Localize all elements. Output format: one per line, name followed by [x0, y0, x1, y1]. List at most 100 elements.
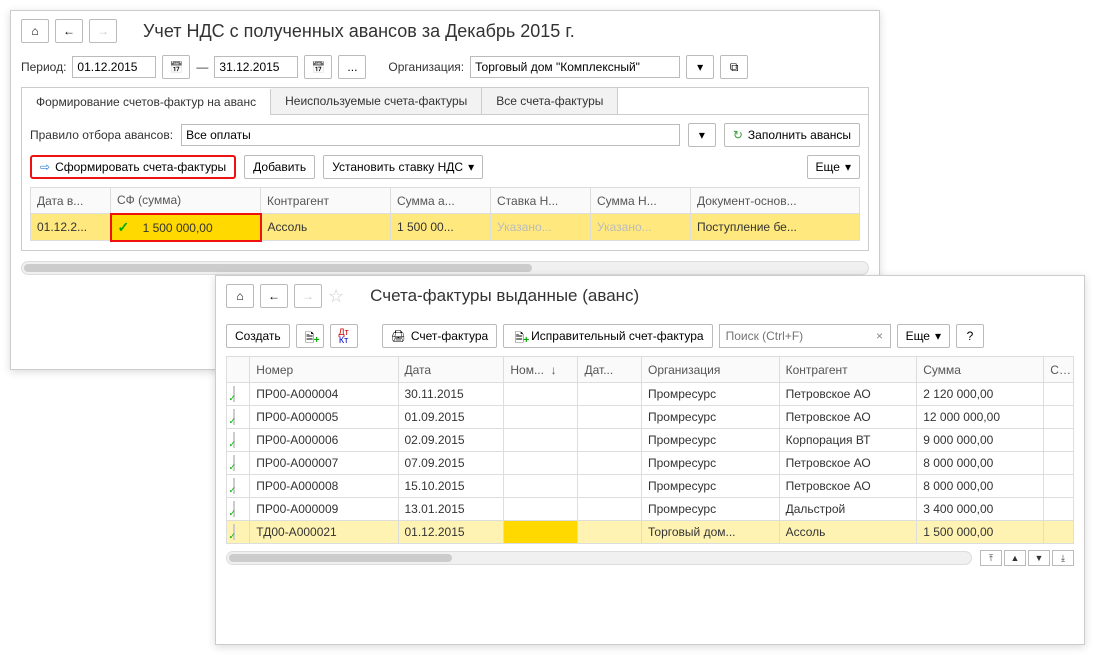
calendar-icon: [170, 60, 184, 74]
home-button[interactable]: ⌂: [21, 19, 49, 43]
scroll-top-button[interactable]: ⤒: [980, 550, 1002, 566]
col-num[interactable]: Номер: [250, 357, 398, 383]
more-button[interactable]: Еще ▾: [807, 155, 860, 179]
scroll-down-button[interactable]: ▼: [1028, 550, 1050, 566]
forward-button[interactable]: →: [89, 19, 117, 43]
print-icon: [391, 329, 406, 343]
h-scrollbar[interactable]: [226, 551, 972, 565]
clear-search-button[interactable]: ×: [870, 329, 890, 343]
col-date[interactable]: Дата: [398, 357, 504, 383]
col-org[interactable]: Организация: [642, 357, 780, 383]
date-to-input[interactable]: [214, 56, 298, 78]
rule-label: Правило отбора авансов:: [30, 128, 173, 142]
col-sum[interactable]: Сумма: [917, 357, 1044, 383]
form-label: Сформировать счета-фактуры: [55, 160, 226, 174]
add-button[interactable]: Добавить: [244, 155, 315, 179]
col-nom[interactable]: Ном... ↓: [504, 357, 578, 383]
search-input[interactable]: [720, 329, 870, 343]
tabs: Формирование счетов-фактур на аванс Неис…: [21, 87, 869, 114]
tab-unused[interactable]: Неиспользуемые счета-фактуры: [271, 88, 482, 114]
cell-org: Промресурс: [642, 452, 780, 475]
rule-dropdown-button[interactable]: ▾: [688, 123, 716, 147]
table-row[interactable]: ПР00-А00000913.01.2015ПромресурсДальстро…: [227, 498, 1074, 521]
cell-sum: 2 120 000,00: [917, 383, 1044, 406]
table-row[interactable]: ПР00-А00000707.09.2015ПромресурсПетровск…: [227, 452, 1074, 475]
forward-button[interactable]: →: [294, 284, 322, 308]
chevron-down-icon: ▾: [845, 160, 851, 174]
search-box: ×: [719, 324, 891, 348]
col-sum[interactable]: Сумма а...: [391, 188, 491, 214]
back-button[interactable]: ←: [260, 284, 288, 308]
cell-doc: Поступление бе...: [691, 214, 860, 241]
period-dialog-button[interactable]: ...: [338, 55, 366, 79]
doc-ok-icon: [233, 432, 235, 448]
cell-contr: Ассоль: [779, 521, 917, 544]
cell-s: [1044, 452, 1074, 475]
table-row[interactable]: ТД00-А00002101.12.2015Торговый дом...Асс…: [227, 521, 1074, 544]
period-label: Период:: [21, 60, 66, 74]
col-contr[interactable]: Контрагент: [779, 357, 917, 383]
table-row[interactable]: ПР00-А00000815.10.2015ПромресурсПетровск…: [227, 475, 1074, 498]
date-from-input[interactable]: [72, 56, 156, 78]
cell-dat: [578, 383, 642, 406]
cell-num: ПР00-А000005: [250, 406, 398, 429]
h-scrollbar[interactable]: [21, 261, 869, 275]
col-s[interactable]: С...: [1044, 357, 1074, 383]
col-rate[interactable]: Ставка Н...: [491, 188, 591, 214]
cell-nom: [504, 429, 578, 452]
cell-contr: Петровское АО: [779, 452, 917, 475]
help-button[interactable]: ?: [956, 324, 984, 348]
cell-sf: ✓ 1 500 000,00: [111, 214, 261, 241]
org-open-button[interactable]: ⧉: [720, 55, 748, 79]
header-row: Дата в... СФ (сумма) Контрагент Сумма а.…: [31, 188, 860, 214]
col-doc[interactable]: Документ-основ...: [691, 188, 860, 214]
check-icon: ✓: [118, 219, 130, 235]
create-button[interactable]: Создать: [226, 324, 290, 348]
back-button[interactable]: ←: [55, 19, 83, 43]
set-vat-button[interactable]: Установить ставку НДС ▾: [323, 155, 483, 179]
corrective-button[interactable]: Исправительный счет-фактура: [503, 324, 712, 348]
invoices-table: Номер Дата Ном... ↓ Дат... Организация К…: [226, 356, 1074, 544]
filter-bar: Период: — ... Организация: ▾ ⧉: [11, 51, 879, 87]
cell-contr: Петровское АО: [779, 406, 917, 429]
scroll-bottom-button[interactable]: ⤓: [1052, 550, 1074, 566]
cell-num: ПР00-А000007: [250, 452, 398, 475]
col-vat[interactable]: Сумма Н...: [591, 188, 691, 214]
cell-dat: [578, 498, 642, 521]
date-to-cal-button[interactable]: [304, 55, 332, 79]
scroll-up-button[interactable]: ▲: [1004, 550, 1026, 566]
fill-button[interactable]: ↻ Заполнить авансы: [724, 123, 860, 147]
doc-ok-icon: [233, 478, 235, 494]
more-button[interactable]: Еще ▾: [897, 324, 950, 348]
table-row[interactable]: 01.12.2... ✓ 1 500 000,00 Ассоль 1 500 0…: [31, 214, 860, 241]
org-dropdown-button[interactable]: ▾: [686, 55, 714, 79]
tab-form-invoices[interactable]: Формирование счетов-фактур на аванс: [22, 89, 271, 115]
col-date[interactable]: Дата в...: [31, 188, 111, 214]
dash: —: [196, 60, 208, 74]
copy-button[interactable]: [296, 324, 324, 348]
dtkt-button[interactable]: ДтКт: [330, 324, 358, 348]
cell-sum: 12 000 000,00: [917, 406, 1044, 429]
col-contr[interactable]: Контрагент: [261, 188, 391, 214]
print-invoice-button[interactable]: Счет-фактура: [382, 324, 498, 348]
col-dat[interactable]: Дат...: [578, 357, 642, 383]
form-invoices-button[interactable]: ⇨ Сформировать счета-фактуры: [30, 155, 236, 179]
col-icon[interactable]: [227, 357, 250, 383]
col-sf[interactable]: СФ (сумма): [111, 188, 261, 214]
tab-all[interactable]: Все счета-фактуры: [482, 88, 618, 114]
table-row[interactable]: ПР00-А00000602.09.2015ПромресурсКорпорац…: [227, 429, 1074, 452]
rule-input[interactable]: [181, 124, 680, 146]
calendar-icon: [312, 60, 326, 74]
issued-invoices-window: ⌂ ← → ☆ Счета-фактуры выданные (аванс) С…: [215, 275, 1085, 645]
date-from-cal-button[interactable]: [162, 55, 190, 79]
org-input[interactable]: [470, 56, 680, 78]
cell-nom: [504, 521, 578, 544]
home-button[interactable]: ⌂: [226, 284, 254, 308]
table-row[interactable]: ПР00-А00000430.11.2015ПромресурсПетровск…: [227, 383, 1074, 406]
chevron-down-icon: ▾: [468, 160, 474, 174]
cell-contr: Ассоль: [261, 214, 391, 241]
cell-date: 13.01.2015: [398, 498, 504, 521]
reload-icon: ↻: [733, 128, 743, 142]
favorite-icon[interactable]: ☆: [328, 286, 344, 307]
table-row[interactable]: ПР00-А00000501.09.2015ПромресурсПетровск…: [227, 406, 1074, 429]
